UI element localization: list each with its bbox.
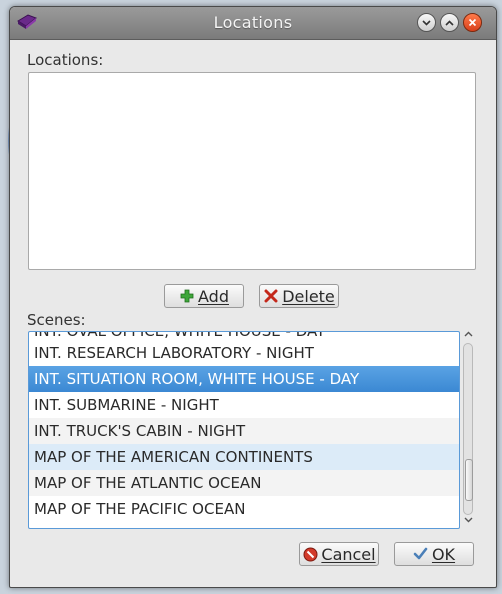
locations-list[interactable] [28, 72, 476, 270]
scenes-scrollbar[interactable] [461, 331, 475, 529]
close-icon [468, 18, 477, 27]
delete-button[interactable]: Delete [259, 284, 339, 308]
scroll-down-icon[interactable] [462, 517, 474, 527]
title-bar[interactable]: Locations [10, 7, 496, 40]
add-button-label: Add [198, 286, 229, 306]
ok-button[interactable]: OK [394, 542, 474, 566]
checkmark-icon [413, 546, 429, 562]
locations-label: Locations: [27, 51, 104, 69]
plus-icon [179, 288, 195, 304]
scenes-label: Scenes: [27, 311, 86, 329]
x-icon [263, 288, 279, 304]
cancel-button-label: Cancel [321, 544, 376, 564]
list-item-selected[interactable]: INT. SITUATION ROOM, WHITE HOUSE - DAY [29, 366, 459, 392]
list-item[interactable]: INT. RESEARCH LABORATORY - NIGHT [29, 340, 459, 366]
delete-button-label: Delete [282, 286, 335, 306]
cancel-icon [302, 546, 318, 562]
list-item[interactable]: INT. TRUCK'S CABIN - NIGHT [29, 418, 459, 444]
minimize-icon [422, 19, 431, 26]
locations-dialog: Locations Locations: Add Delete Scenes: … [9, 6, 497, 588]
scenes-list[interactable]: INT. OVAL OFFICE, WHITE HOUSE - DAY INT.… [28, 331, 460, 529]
list-item[interactable]: MAP OF THE AMERICAN CONTINENTS [29, 444, 459, 470]
add-button[interactable]: Add [164, 284, 244, 308]
maximize-button[interactable] [440, 13, 459, 32]
cancel-button[interactable]: Cancel [299, 542, 379, 566]
close-button[interactable] [463, 13, 482, 32]
list-item[interactable]: MAP OF THE ATLANTIC OCEAN [29, 470, 459, 496]
ok-button-label: OK [431, 544, 456, 564]
maximize-icon [445, 19, 454, 26]
scroll-up-icon[interactable] [462, 331, 474, 341]
scrollbar-thumb[interactable] [465, 459, 473, 501]
minimize-button[interactable] [417, 13, 436, 32]
list-item[interactable]: MAP OF THE PACIFIC OCEAN [29, 496, 459, 522]
list-item[interactable]: INT. SUBMARINE - NIGHT [29, 392, 459, 418]
scrollbar-track[interactable] [463, 343, 473, 515]
